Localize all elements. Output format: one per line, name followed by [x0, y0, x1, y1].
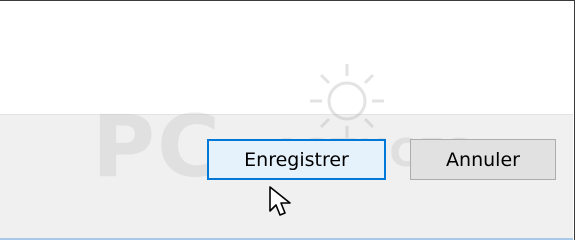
cancel-button-label: Annuler: [446, 148, 520, 171]
mouse-pointer-icon: [269, 186, 291, 216]
save-button-label: Enregistrer: [244, 148, 349, 171]
save-button[interactable]: Enregistrer: [207, 139, 386, 180]
dialog-content: [0, 2, 573, 114]
cancel-button[interactable]: Annuler: [410, 139, 556, 180]
